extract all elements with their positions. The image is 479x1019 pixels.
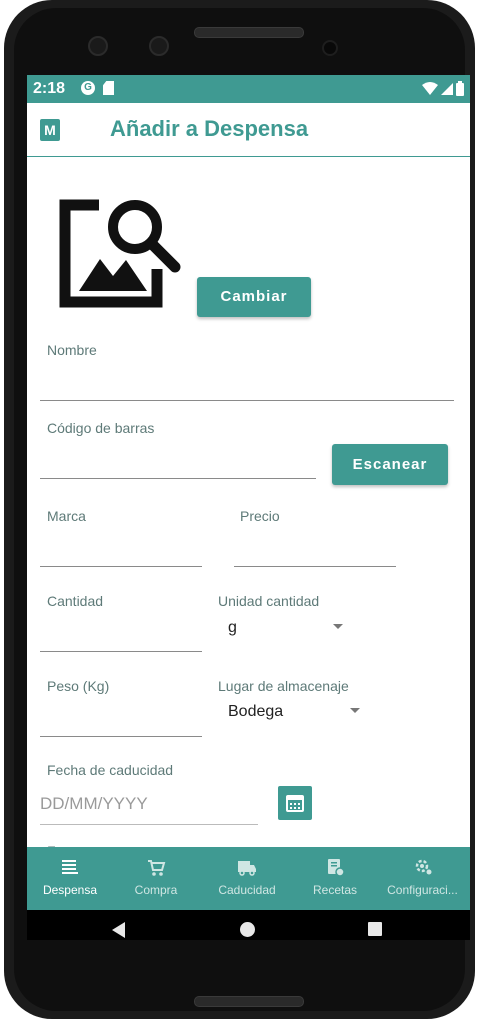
app-logo: M xyxy=(40,119,60,141)
calendar-icon xyxy=(286,795,304,812)
storage-dropdown-arrow-icon[interactable] xyxy=(350,708,360,713)
storage-select[interactable]: Bodega xyxy=(228,703,283,721)
bottom-navigation: Despensa Compra Caducidad Recetas Config… xyxy=(27,847,470,910)
name-label: Nombre xyxy=(47,342,97,358)
status-time: 2:18 xyxy=(33,80,66,97)
signal-icon xyxy=(441,82,453,95)
google-icon: G xyxy=(81,81,95,95)
nav-tab-caducidad[interactable]: Caducidad xyxy=(199,847,295,910)
nav-tab-recetas[interactable]: Recetas xyxy=(295,847,375,910)
nav-label: Compra xyxy=(134,883,178,897)
cart-icon xyxy=(148,860,166,876)
recipe-icon xyxy=(328,859,345,877)
app-bar: M Añadir a Despensa xyxy=(27,103,470,157)
unit-dropdown-arrow-icon[interactable] xyxy=(333,624,343,629)
battery-icon xyxy=(456,81,464,96)
home-icon[interactable] xyxy=(240,922,255,937)
truck-icon xyxy=(238,861,256,876)
sd-card-icon xyxy=(103,81,114,95)
nav-tab-compra[interactable]: Compra xyxy=(113,847,199,910)
unit-select[interactable]: g xyxy=(228,619,237,637)
expiry-date-input[interactable]: DD/MM/YYYY xyxy=(40,794,258,825)
settings-icon xyxy=(415,859,431,875)
nav-tab-configuracion[interactable]: Configuraci... xyxy=(375,847,470,910)
nav-label: Recetas xyxy=(312,883,358,897)
back-icon[interactable] xyxy=(112,922,125,938)
status-icons xyxy=(422,81,464,96)
nav-label: Caducidad xyxy=(218,883,276,897)
quantity-input[interactable] xyxy=(40,651,202,652)
proximity-sensor-icon xyxy=(322,40,338,56)
unit-label: Unidad cantidad xyxy=(218,593,320,609)
image-search-icon[interactable] xyxy=(57,197,187,312)
barcode-label: Código de barras xyxy=(47,420,155,436)
scan-button[interactable]: Escanear xyxy=(332,444,448,485)
recent-apps-icon[interactable] xyxy=(368,922,382,936)
nav-label: Despensa xyxy=(42,883,98,897)
status-bar: 2:18 G xyxy=(27,75,470,103)
quantity-label: Cantidad xyxy=(47,593,104,609)
list-icon xyxy=(62,860,78,874)
nav-label: Configuraci... xyxy=(387,883,458,897)
weight-input[interactable] xyxy=(40,736,202,737)
bottom-speaker xyxy=(194,996,304,1007)
front-camera-icon xyxy=(88,36,108,56)
name-input[interactable] xyxy=(40,400,454,401)
phone-screen: 2:18 G M Añadir a Despensa Cambiar Nombr… xyxy=(27,75,470,940)
price-label: Precio xyxy=(240,508,280,524)
system-navigation-bar xyxy=(27,910,470,940)
nav-tab-despensa[interactable]: Despensa xyxy=(27,847,113,910)
wifi-icon xyxy=(422,81,438,95)
calendar-button[interactable] xyxy=(278,786,312,820)
expiry-label: Fecha de caducidad xyxy=(47,762,174,778)
weight-label: Peso (Kg) xyxy=(47,678,110,694)
storage-label: Lugar de almacenaje xyxy=(218,678,349,694)
brand-label: Marca xyxy=(47,508,86,524)
change-image-button[interactable]: Cambiar xyxy=(197,277,311,317)
add-item-form: Cambiar Nombre Código de barras Escanear… xyxy=(27,157,470,847)
brand-input[interactable] xyxy=(40,566,202,567)
barcode-input[interactable] xyxy=(40,478,316,479)
front-sensor-icon xyxy=(149,36,169,56)
price-input[interactable] xyxy=(234,566,396,567)
top-speaker xyxy=(194,27,304,38)
page-title: Añadir a Despensa xyxy=(110,116,309,141)
